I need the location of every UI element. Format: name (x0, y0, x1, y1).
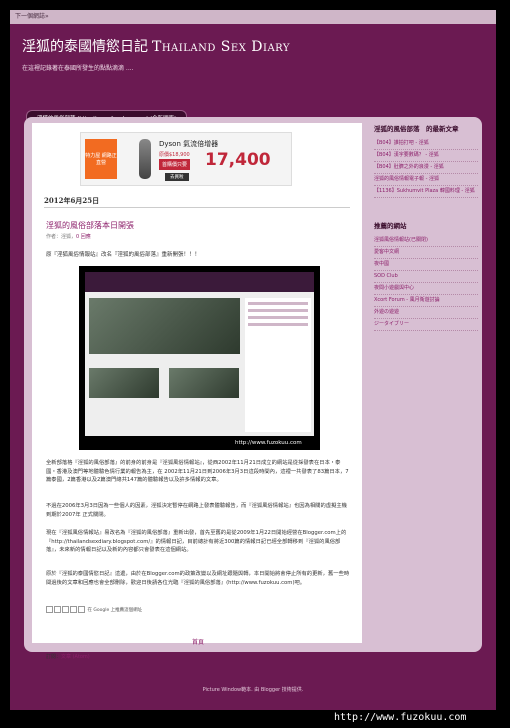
recommended-sites-heading: 推薦的網站 (374, 222, 407, 230)
home-link[interactable]: 首頁 (192, 637, 204, 646)
content-panel: 特力屋 網路正直營 Dyson 氣流倍增器 原價$18,900 首購價只要 17… (24, 117, 482, 660)
site-link[interactable]: 夜間小遊戲與中心 (374, 283, 478, 295)
ad-price: 17,400 (205, 150, 271, 170)
main-column: 特力屋 網路正直營 Dyson 氣流倍增器 原價$18,900 首購價只要 17… (32, 123, 362, 643)
blog-title[interactable]: 淫狐的泰國情慾日記 Thailand Sex Diary (22, 36, 484, 56)
blogger-navbar[interactable]: 下一個網誌» (10, 10, 496, 24)
google-plus-icon[interactable] (78, 606, 85, 613)
screenshot-line (248, 309, 308, 312)
site-link[interactable]: 夜中國 (374, 259, 478, 271)
post-paragraph: 全新部落格『淫狐的風俗部落』的前身的前身是『淫狐風俗情報站』，從西2002年11… (46, 460, 349, 483)
post-meta: 作者：淫狐，0 回應 (46, 234, 91, 240)
post-title[interactable]: 淫狐的風俗部落本日開張 (46, 220, 134, 231)
post-comments-link[interactable]: 0 回應 (76, 234, 91, 240)
screenshot-sidebar (245, 298, 311, 432)
site-link[interactable]: 愛客中文網 (374, 247, 478, 259)
screenshot-photo (89, 368, 159, 398)
date-divider (44, 207, 350, 208)
recent-post-link[interactable]: 淫狐的風俗情報電子報 - 淫狐 (374, 174, 478, 186)
recent-post-link[interactable]: 【B04】漢字要數碼？ - 淫狐 (374, 150, 478, 162)
subscribe: 訂閱：文章 (Atom) (46, 653, 90, 660)
screenshot-photo (169, 368, 239, 398)
ad-old-price: 原價$18,900 (159, 152, 190, 158)
post-author: 作者：淫狐 (46, 234, 72, 240)
screenshot-main (89, 298, 240, 428)
screenshot-line (248, 302, 308, 305)
blog-title-cn[interactable]: 淫狐的泰國情慾日記 (22, 39, 148, 55)
ad-product-name: Dyson 氣流倍增器 (159, 140, 219, 148)
browser-page: 下一個網誌» 淫狐的泰國情慾日記 Thailand Sex Diary 在這裡記錄… (10, 10, 496, 710)
subscribe-label: 訂閱： (46, 654, 62, 660)
recent-post-link[interactable]: 【B04】誰拍打吧 - 淫狐 (374, 138, 478, 150)
screenshot-line (248, 316, 308, 319)
sidebar: 淫狐的風俗部落 的最新文章 【B04】誰拍打吧 - 淫狐 【B04】漢字要數碼？… (374, 123, 478, 353)
ad-price-tag: 首購價只要 (159, 159, 191, 170)
post-paragraph: 不過在2006年3月3日因為一些個人的因素，淫狐決定暫停在網路上發表體驗報告，而… (46, 503, 347, 518)
screenshot-header (85, 272, 314, 292)
site-link[interactable]: SOD Club (374, 271, 478, 283)
screenshot-line (248, 323, 308, 326)
screenshot-photo (89, 298, 240, 354)
blog-header: 淫狐的泰國情慾日記 Thailand Sex Diary 在這裡記錄著在泰國所發生… (16, 26, 490, 80)
blog-description: 在這裡記錄著在泰國所發生的點點滴滴 .... (22, 65, 134, 72)
recent-posts-list: 【B04】誰拍打吧 - 淫狐 【B04】漢字要數碼？ - 淫狐 【B04】肚臍之… (374, 138, 478, 198)
ad-buy-button[interactable]: 去買啦 (165, 173, 189, 181)
site-link[interactable]: 淫狐風俗情報站(已關閉) (374, 235, 478, 247)
watermark: http://www.fuzokuu.com (334, 712, 467, 723)
twitter-share-icon[interactable] (62, 606, 69, 613)
facebook-share-icon[interactable] (70, 606, 77, 613)
recent-post-link[interactable]: 【1136】Sukhumvit Plaza 韓國料理 - 淫狐 (374, 186, 478, 198)
atom-feed-link[interactable]: 文章 (Atom) (61, 654, 90, 660)
site-link[interactable]: Xcort Forum - 風月衛遊討論 (374, 295, 478, 307)
recent-post-link[interactable]: 【B04】肚臍之外的浪漫 - 淫狐 (374, 162, 478, 174)
site-link[interactable]: 外遊の遊遊 (374, 307, 478, 319)
email-share-icon[interactable] (46, 606, 53, 613)
page-tabs: 淫狐的風俗部落 (http://www.fuzokuu.com) (全新開張) (26, 105, 188, 126)
blog-title-en[interactable]: Thailand Sex Diary (152, 39, 290, 55)
post-intro: 原『淫狐風俗情報站』改名『淫狐的風俗部落』重新開張！！！ (46, 252, 201, 258)
footer: Picture Window範本. 由 Blogger 技術提供. (202, 687, 304, 693)
post-paragraph: 現在『淫狐風俗情報站』易改名為『淫狐的風俗部落』重新出發，首先至舊的是從2009… (46, 530, 347, 553)
recommended-sites-list: 淫狐風俗情報站(已關閉) 愛客中文網 夜中國 SOD Club 夜間小遊戲與中心… (374, 235, 478, 331)
ad-logo: 特力屋 網路正直營 (85, 139, 117, 179)
blogthis-icon[interactable] (54, 606, 61, 613)
website-screenshot: http://www.fuzokuu.com (79, 266, 320, 450)
post-date: 2012年6月25日 (44, 196, 100, 205)
post-paragraph: 原於『淫狐的泰國情慾日記』這邊，由於在Blogger.com的政策改變以及網址跟… (46, 571, 350, 586)
next-blog-link[interactable]: 下一個網誌» (15, 13, 49, 20)
screenshot-url: http://www.fuzokuu.com (235, 440, 302, 446)
recent-posts-heading: 淫狐的風俗部落 的最新文章 (374, 125, 459, 133)
site-link[interactable]: ジータイブリー (374, 319, 478, 331)
share-label: 在 Google 上推薦這個網址 (87, 608, 143, 613)
share-buttons: 在 Google 上推薦這個網址 (46, 606, 142, 613)
ad-banner[interactable]: 特力屋 網路正直營 Dyson 氣流倍增器 原價$18,900 首購價只要 17… (80, 132, 292, 186)
screenshot-page (85, 272, 314, 436)
fan-image (139, 139, 151, 179)
